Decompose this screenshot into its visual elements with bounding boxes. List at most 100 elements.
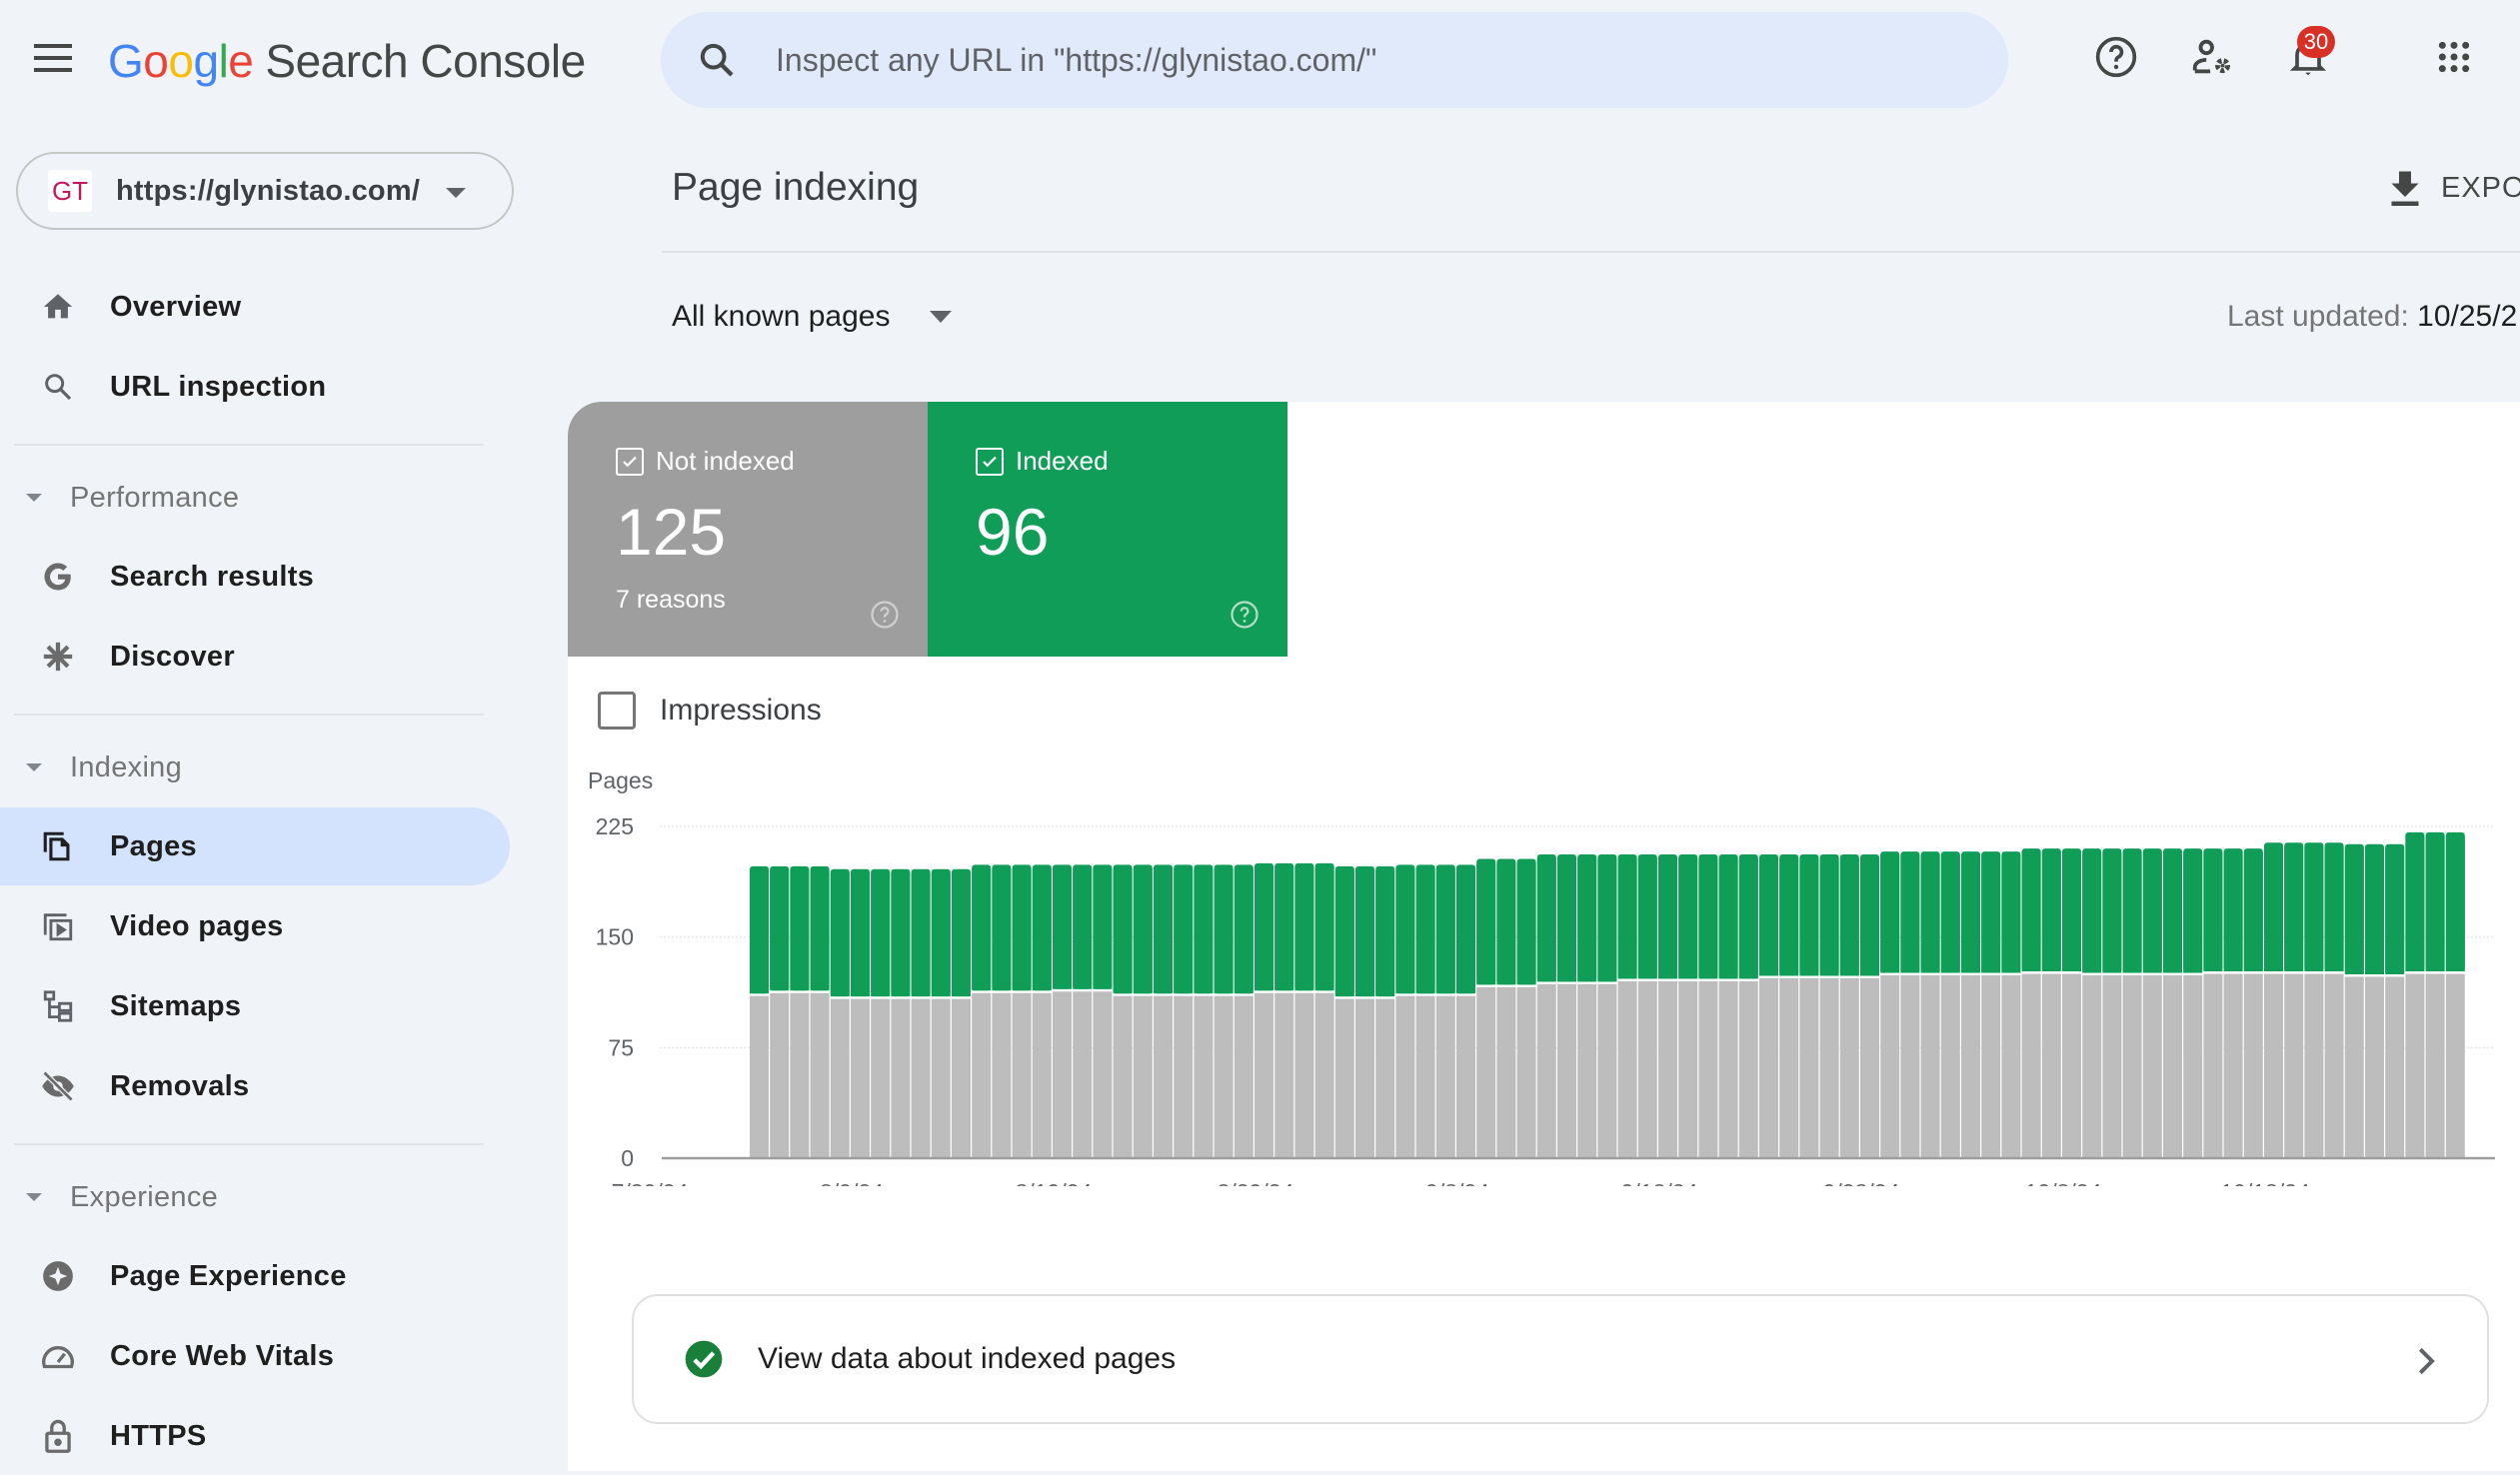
bar-indexed-fill <box>2324 846 2344 972</box>
bar-indexed-fill <box>2284 846 2304 972</box>
bar-indexed-fill <box>2203 852 2223 972</box>
sidebar-item-video-pages[interactable]: Video pages <box>0 887 510 965</box>
bar-not-indexed <box>1658 980 1677 1158</box>
bar-indexed-fill <box>1718 858 1738 979</box>
export-button[interactable]: EXPO <box>2387 168 2520 208</box>
bar-indexed-fill <box>1113 868 1133 994</box>
bar-not-indexed <box>2264 973 2283 1158</box>
pages-icon <box>38 826 78 866</box>
property-url: https://glynistao.com/ <box>116 174 421 207</box>
bar-indexed-fill <box>1920 855 1940 973</box>
help-icon[interactable] <box>2089 30 2143 84</box>
bar-not-indexed <box>2102 975 2122 1158</box>
bar-not-indexed <box>1093 991 1113 1158</box>
sidebar-item-search-results[interactable]: Search results <box>0 538 510 616</box>
bar-indexed-fill <box>2041 852 2061 972</box>
bar-indexed-fill <box>2021 852 2041 972</box>
property-selector[interactable]: GT https://glynistao.com/ <box>16 152 514 230</box>
asterisk-icon <box>38 637 78 677</box>
bar-indexed-fill <box>1577 858 1597 982</box>
view-indexed-pages-link[interactable]: View data about indexed pages <box>632 1294 2489 1424</box>
page-experience-icon <box>38 1256 78 1296</box>
check-circle-icon <box>685 1340 723 1378</box>
bar-not-indexed <box>2223 973 2243 1158</box>
url-inspection-search[interactable] <box>661 12 2008 108</box>
bar-indexed-fill <box>1274 866 1294 991</box>
search-icon <box>38 367 78 407</box>
x-tick-label: 8/29/24 <box>1218 1179 1294 1186</box>
bar-indexed-fill <box>1032 868 1052 991</box>
bar-indexed-fill <box>2365 847 2384 975</box>
x-tick-label: 9/28/24 <box>1823 1179 1900 1186</box>
bar-indexed-fill <box>1053 868 1072 989</box>
sidebar-section-performance[interactable]: Performance <box>0 468 510 528</box>
x-tick-label: 10/8/24 <box>2025 1179 2102 1186</box>
bar-not-indexed <box>1415 995 1435 1158</box>
bar-not-indexed <box>1496 986 1516 1158</box>
bar-indexed-fill <box>1214 868 1234 994</box>
bar-indexed-fill <box>1334 869 1354 997</box>
sidebar-item-removals[interactable]: Removals <box>0 1047 510 1125</box>
bar-indexed-fill <box>2102 852 2122 973</box>
x-tick-label: 8/9/24 <box>820 1179 884 1186</box>
help-icon[interactable] <box>1230 600 1260 630</box>
admin-settings-icon[interactable] <box>2185 30 2239 84</box>
bar-indexed-fill <box>1698 858 1718 979</box>
bar-indexed-fill <box>790 869 810 991</box>
section-collapse-icon <box>26 494 42 502</box>
main-menu-icon[interactable] <box>34 44 72 74</box>
checkbox-checked-icon[interactable] <box>616 447 644 476</box>
bar-indexed-fill <box>1799 858 1819 976</box>
sidebar-section-indexing[interactable]: Indexing <box>0 738 510 797</box>
page-filter-dropdown[interactable]: All known pages <box>672 300 953 334</box>
sidebar: GT https://glynistao.com/ Overview URL i… <box>0 120 540 1471</box>
indexed-card[interactable]: Indexed 96 <box>928 402 1287 657</box>
sidebar-item-url-inspection[interactable]: URL inspection <box>0 348 510 426</box>
bar-not-indexed <box>931 998 951 1158</box>
sidebar-item-core-web-vitals[interactable]: Core Web Vitals <box>0 1317 510 1395</box>
checkbox-unchecked-icon[interactable] <box>598 692 636 730</box>
search-console-logo[interactable]: Google Search Console <box>108 34 586 88</box>
not-indexed-card[interactable]: Not indexed 125 7 reasons <box>568 402 928 657</box>
bar-not-indexed <box>1900 975 1920 1158</box>
checkbox-checked-icon[interactable] <box>976 447 1004 476</box>
not-indexed-reasons: 7 reasons <box>616 586 726 614</box>
bar-indexed-fill <box>911 872 931 997</box>
sidebar-item-page-experience[interactable]: Page Experience <box>0 1237 510 1315</box>
bar-indexed-fill <box>2001 855 2021 973</box>
bar-indexed-fill <box>1234 868 1254 994</box>
apps-grid-icon[interactable] <box>2427 30 2481 84</box>
sidebar-item-sitemaps[interactable]: Sitemaps <box>0 967 510 1045</box>
bar-indexed-fill <box>1961 855 1980 973</box>
property-favicon: GT <box>48 170 92 212</box>
x-tick-label: 10/18/24 <box>2220 1179 2310 1186</box>
bar-not-indexed <box>1880 975 1900 1158</box>
bar-not-indexed <box>790 992 810 1158</box>
bar-indexed-fill <box>1375 869 1395 997</box>
sidebar-item-overview[interactable]: Overview <box>0 268 510 346</box>
bar-indexed-fill <box>1981 855 2001 973</box>
impressions-toggle[interactable]: Impressions <box>598 692 822 730</box>
sidebar-item-discover[interactable]: Discover <box>0 618 510 696</box>
y-tick-label: 150 <box>596 924 634 950</box>
bar-not-indexed <box>1375 998 1395 1158</box>
bar-not-indexed <box>2344 976 2364 1158</box>
bar-indexed-fill <box>1456 868 1475 994</box>
bar-indexed-fill <box>1658 858 1677 979</box>
y-axis-label: Pages <box>588 767 653 793</box>
sidebar-item-pages[interactable]: Pages <box>0 807 510 885</box>
bar-not-indexed <box>1860 977 1879 1158</box>
bar-indexed-fill <box>992 868 1012 991</box>
sidebar-item-https[interactable]: HTTPS <box>0 1397 510 1475</box>
sidebar-section-experience[interactable]: Experience <box>0 1167 510 1227</box>
bar-not-indexed <box>2041 973 2061 1158</box>
bar-indexed-fill <box>1557 858 1576 982</box>
not-indexed-count: 125 <box>616 495 727 569</box>
product-name: Search Console <box>265 35 586 87</box>
bar-not-indexed <box>1073 991 1093 1158</box>
bar-indexed-fill <box>2344 847 2364 975</box>
url-inspection-input[interactable] <box>776 32 1955 88</box>
help-icon[interactable] <box>870 600 900 630</box>
main-content: Page indexing EXPO All known pages Last … <box>568 120 2520 1471</box>
bar-indexed-fill <box>1900 855 1920 973</box>
